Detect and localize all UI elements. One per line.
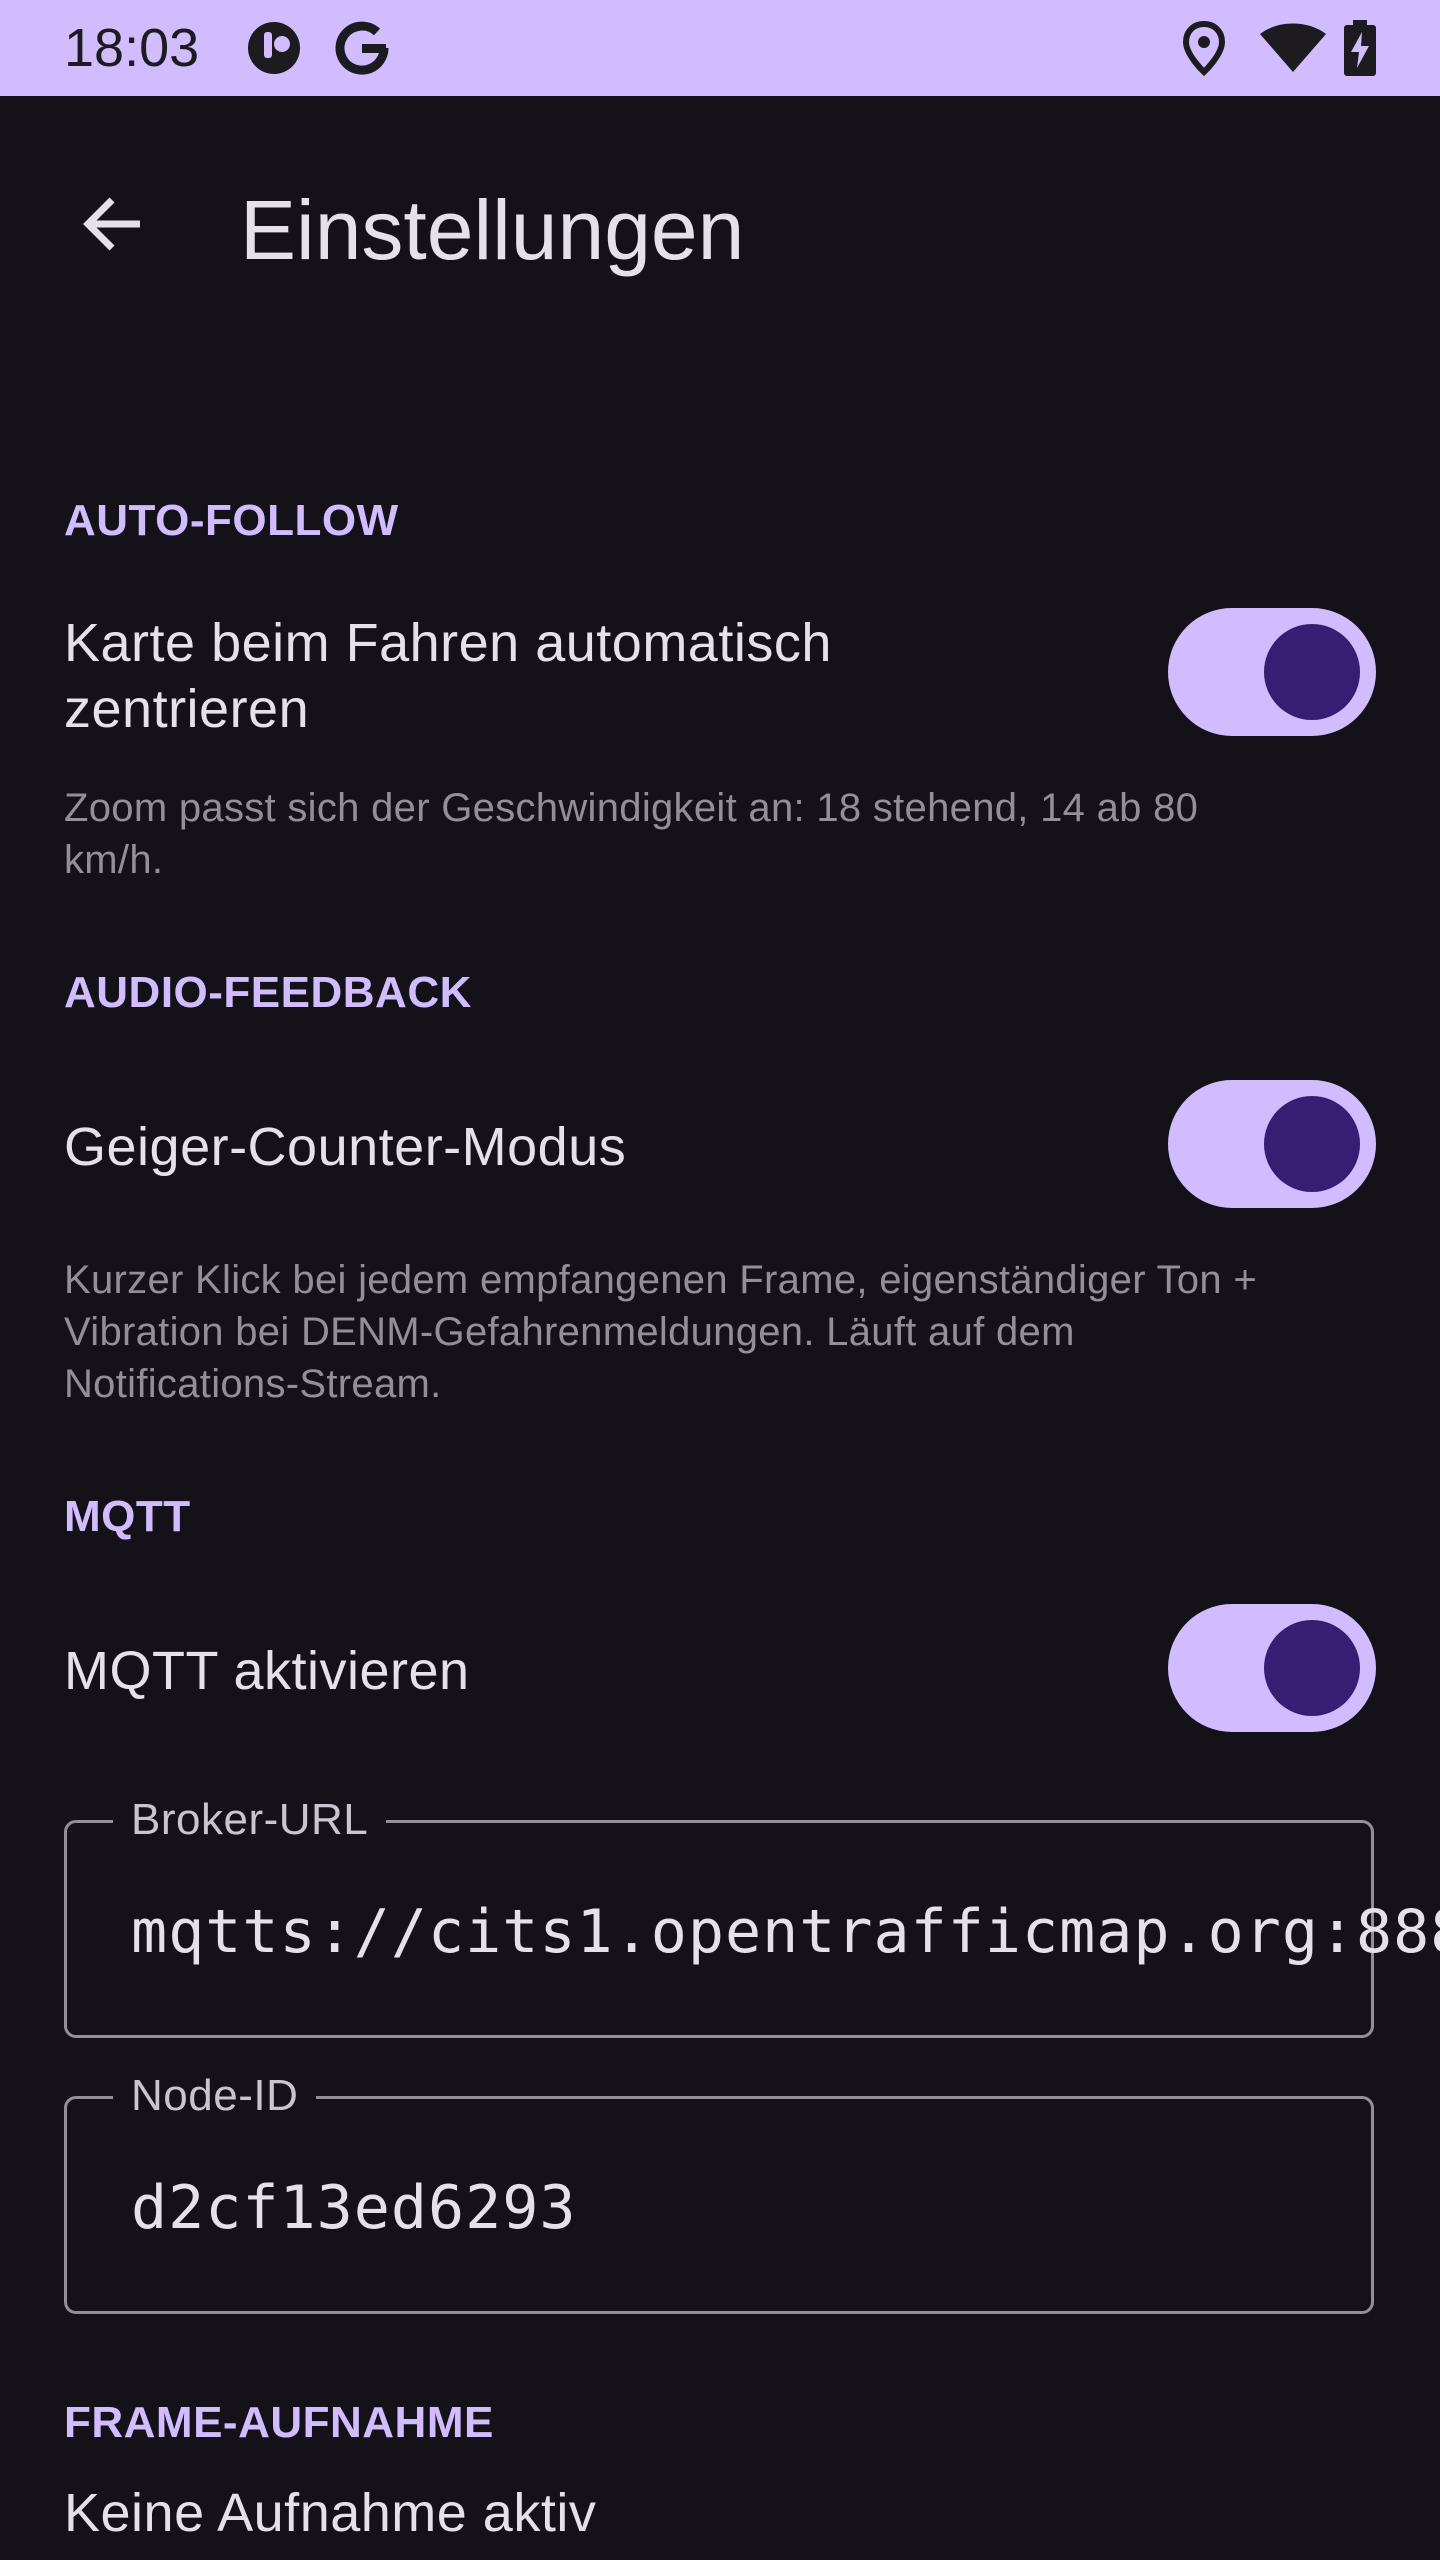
arrow-back-icon <box>83 197 140 251</box>
status-bar: 18:03 <box>0 0 1440 96</box>
app-bar: Einstellungen <box>0 96 1440 356</box>
auto-follow-label-line2: zentrieren <box>64 679 310 739</box>
broker-url-value[interactable]: mqtts://cits1.opentrafficmap.org:8883 <box>131 1897 1440 1967</box>
battery-charging-icon <box>1340 18 1380 78</box>
wifi-icon <box>1258 18 1328 78</box>
node-id-label: Node-ID <box>113 2069 317 2123</box>
switch-thumb <box>1264 1620 1360 1716</box>
back-button[interactable] <box>56 168 168 280</box>
node-id-field[interactable]: Node-ID d2cf13ed6293 <box>64 2069 1374 2314</box>
section-title-frame-recording: FRAME-AUFNAHME <box>64 2398 494 2447</box>
switch-thumb <box>1264 1096 1360 1192</box>
geiger-counter-switch[interactable] <box>1168 1080 1376 1208</box>
mqtt-enable-label[interactable]: MQTT aktivieren <box>64 1638 470 1704</box>
location-icon <box>1174 18 1234 78</box>
broker-url-label: Broker-URL <box>113 1793 387 1847</box>
google-icon <box>332 18 392 78</box>
geiger-counter-label[interactable]: Geiger-Counter-Modus <box>64 1114 626 1180</box>
section-title-auto-follow: AUTO-FOLLOW <box>64 496 399 545</box>
auto-follow-switch[interactable] <box>1168 608 1376 736</box>
status-time: 18:03 <box>64 18 200 78</box>
geiger-counter-description: Kurzer Klick bei jedem empfangenen Frame… <box>64 1258 1257 1406</box>
mqtt-enable-switch[interactable] <box>1168 1604 1376 1732</box>
section-title-audio-feedback: AUDIO-FEEDBACK <box>64 968 472 1017</box>
auto-follow-description: Zoom passt sich der Geschwindigkeit an: … <box>64 786 1199 882</box>
frame-recording-status: Keine Aufnahme aktiv <box>64 2483 597 2543</box>
broker-url-field[interactable]: Broker-URL mqtts://cits1.opentrafficmap.… <box>64 1793 1440 2038</box>
auto-follow-label-line1: Karte beim Fahren automatisch <box>64 613 832 673</box>
section-title-mqtt: MQTT <box>64 1492 191 1541</box>
page-title: Einstellungen <box>240 183 745 277</box>
switch-thumb <box>1264 624 1360 720</box>
app-notification-icon <box>244 18 304 78</box>
auto-follow-label[interactable]: Karte beim Fahren automatisch zentrieren <box>64 610 832 742</box>
node-id-value[interactable]: d2cf13ed6293 <box>131 2173 576 2243</box>
